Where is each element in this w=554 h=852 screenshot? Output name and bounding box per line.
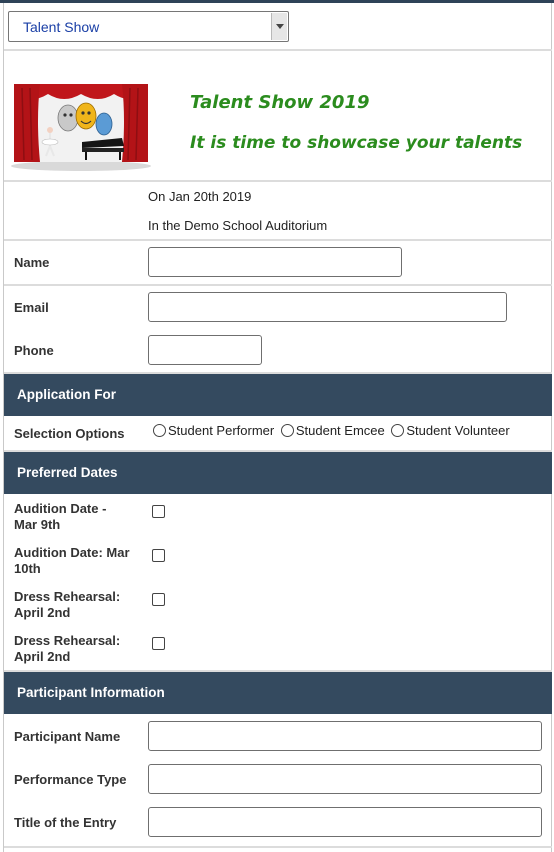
performance-type-label: Performance Type — [14, 772, 127, 787]
checkbox-dress-rehearsal-1[interactable] — [152, 593, 165, 606]
label-line: 10th — [14, 561, 41, 576]
label-line: Audition Date: Mar — [14, 545, 130, 560]
event-date: On Jan 20th 2019 — [148, 189, 252, 204]
label-line: Dress Rehearsal: — [14, 633, 121, 648]
section-application-for: Application For — [4, 374, 552, 416]
participant-name-input[interactable] — [148, 721, 542, 751]
name-label: Name — [14, 255, 50, 270]
label-line: Mar 9th — [14, 517, 61, 532]
entry-title-label: Title of the Entry — [14, 815, 117, 830]
radio-student-emcee[interactable] — [280, 424, 294, 437]
divider — [4, 180, 552, 182]
selection-options-radio-group: Student Performer Student Emcee Student … — [153, 423, 513, 438]
participant-name-label: Participant Name — [14, 729, 121, 744]
divider — [4, 239, 552, 241]
checkbox-audition-mar-10[interactable] — [152, 549, 165, 562]
date-option-label: Dress Rehearsal: April 2nd — [14, 633, 120, 665]
section-title: Participant Information — [17, 685, 165, 700]
chevron-down-icon[interactable] — [271, 13, 287, 40]
performance-type-input[interactable] — [148, 764, 542, 794]
selection-options-label: Selection Options — [14, 426, 125, 441]
form-selector-dropdown[interactable]: Talent Show — [8, 11, 289, 42]
event-tagline: It is time to showcase your talents — [190, 133, 523, 153]
section-participant-information: Participant Information — [4, 672, 552, 714]
section-preferred-dates: Preferred Dates — [4, 452, 552, 494]
date-option-label: Audition Date: Mar 10th — [14, 545, 130, 577]
radio-student-performer[interactable] — [153, 424, 166, 437]
entry-title-input[interactable] — [148, 807, 542, 837]
radio-label: Student Volunteer — [406, 423, 510, 438]
divider — [4, 284, 552, 286]
radio-label: Student Emcee — [295, 423, 385, 438]
email-input[interactable] — [148, 292, 507, 322]
label-line: Dress Rehearsal: — [14, 589, 121, 604]
label-line: April 2nd — [14, 605, 71, 620]
email-label: Email — [14, 300, 49, 315]
name-input[interactable] — [148, 247, 402, 277]
theatre-stage-image — [10, 80, 152, 172]
radio-label: Student Performer — [168, 423, 275, 438]
divider — [4, 49, 552, 51]
checkbox-dress-rehearsal-2[interactable] — [152, 637, 165, 650]
date-option-label: Audition Date - Mar 9th — [14, 501, 106, 533]
section-title: Application For — [17, 387, 116, 402]
divider — [4, 846, 552, 848]
phone-input[interactable] — [148, 335, 262, 365]
phone-label: Phone — [14, 343, 54, 358]
radio-student-volunteer[interactable] — [391, 424, 405, 437]
section-title: Preferred Dates — [17, 465, 118, 480]
form-selector-value: Talent Show — [23, 19, 100, 35]
label-line: Audition Date - — [14, 501, 107, 516]
event-title: Talent Show 2019 — [190, 92, 370, 113]
event-location: In the Demo School Auditorium — [148, 218, 328, 233]
date-option-label: Dress Rehearsal: April 2nd — [14, 589, 120, 621]
label-line: April 2nd — [14, 649, 71, 664]
checkbox-audition-mar-9[interactable] — [152, 505, 165, 518]
